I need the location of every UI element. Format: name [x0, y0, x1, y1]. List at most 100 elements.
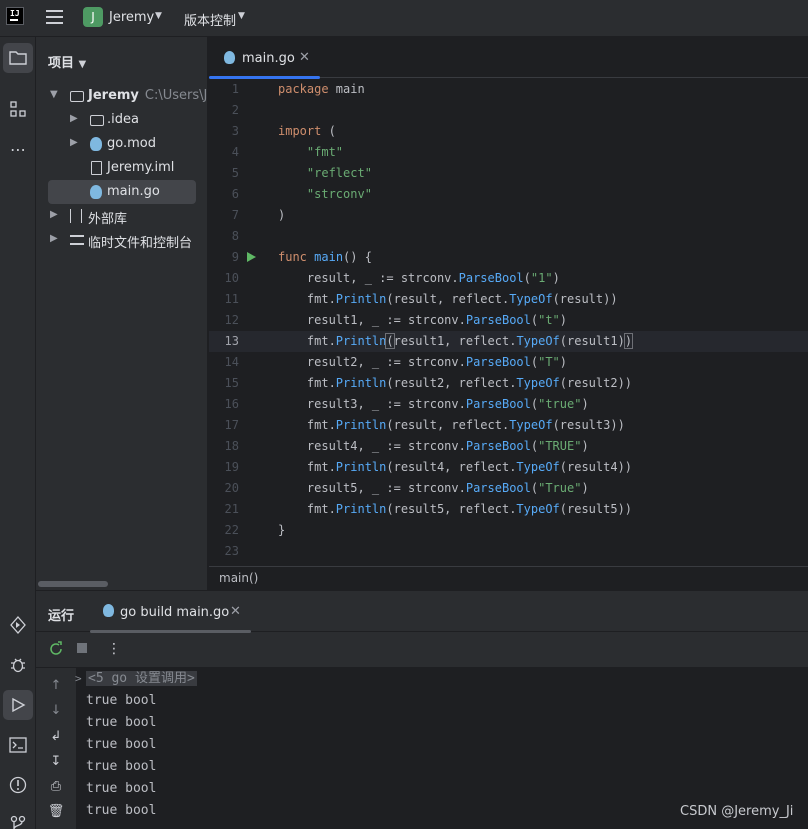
- horizontal-scrollbar[interactable]: [38, 581, 108, 587]
- services-icon[interactable]: [3, 610, 33, 640]
- breadcrumb-item[interactable]: main(): [219, 571, 258, 585]
- line-number[interactable]: 19: [209, 457, 239, 478]
- print-icon[interactable]: ⎙: [47, 779, 65, 797]
- code-line[interactable]: 3 import (: [209, 121, 808, 142]
- chevron-right-icon[interactable]: ▶: [50, 233, 58, 244]
- line-number[interactable]: 9: [209, 247, 239, 268]
- line-number[interactable]: 8: [209, 226, 239, 247]
- line-number[interactable]: 6: [209, 184, 239, 205]
- line-number[interactable]: 11: [209, 289, 239, 310]
- line-number[interactable]: 13: [209, 331, 239, 352]
- code-line[interactable]: 8: [209, 226, 808, 247]
- project-folder-icon[interactable]: [3, 43, 33, 73]
- more-tools-icon[interactable]: ⋯: [3, 134, 33, 164]
- line-number[interactable]: 17: [209, 415, 239, 436]
- project-selector[interactable]: Jeremy: [109, 10, 154, 25]
- tree-item-label: go.mod: [107, 136, 156, 151]
- chevron-right-icon[interactable]: ▶: [50, 209, 58, 220]
- run-icon[interactable]: [3, 690, 33, 720]
- chevron-right-icon[interactable]: >: [75, 672, 82, 685]
- watermark: CSDN @Jeremy_Ji: [680, 804, 794, 819]
- stop-icon[interactable]: [73, 641, 91, 659]
- tree-item-external-libraries[interactable]: ▶ 外部库: [36, 204, 208, 228]
- code-line[interactable]: 17 fmt.Println(result, reflect.TypeOf(re…: [209, 415, 808, 436]
- code-line[interactable]: 22}: [209, 520, 808, 541]
- line-number[interactable]: 21: [209, 499, 239, 520]
- main-menu-icon[interactable]: [46, 10, 63, 24]
- vcs-menu[interactable]: 版本控制: [184, 10, 236, 29]
- line-number[interactable]: 10: [209, 268, 239, 289]
- code-line[interactable]: 18 result4, _ := strconv.ParseBool("TRUE…: [209, 436, 808, 457]
- tree-item-main-go[interactable]: main.go: [48, 180, 196, 204]
- rerun-icon[interactable]: [47, 641, 65, 659]
- code-line[interactable]: 21 fmt.Println(result5, reflect.TypeOf(r…: [209, 499, 808, 520]
- line-number[interactable]: 16: [209, 394, 239, 415]
- chevron-down-icon[interactable]: ▼: [50, 89, 58, 100]
- folded-lines[interactable]: <5 go 设置调用>: [86, 671, 197, 686]
- tree-item-idea[interactable]: ▶ .idea: [36, 108, 208, 132]
- trash-icon[interactable]: 🗑: [47, 804, 65, 822]
- intellij-logo-icon[interactable]: IJ: [6, 7, 24, 25]
- chevron-down-icon[interactable]: ▼: [155, 11, 165, 21]
- code-line[interactable]: 16 result3, _ := strconv.ParseBool("true…: [209, 394, 808, 415]
- git-icon[interactable]: [3, 809, 33, 829]
- code-line[interactable]: 9 func main() {: [209, 247, 808, 268]
- line-number[interactable]: 18: [209, 436, 239, 457]
- code-line[interactable]: 23: [209, 541, 808, 562]
- soft-wrap-icon[interactable]: ↲: [47, 729, 65, 747]
- line-number[interactable]: 20: [209, 478, 239, 499]
- code-line[interactable]: 14 result2, _ := strconv.ParseBool("T"): [209, 352, 808, 373]
- terminal-icon[interactable]: [3, 730, 33, 760]
- tab-main-go[interactable]: main.go ✕: [209, 37, 320, 79]
- tab-go-build[interactable]: go build main.go ✕: [90, 591, 251, 633]
- scroll-to-end-icon[interactable]: ↧: [47, 754, 65, 772]
- chevron-down-icon[interactable]: ▼: [238, 11, 248, 21]
- code-line[interactable]: 5 "reflect": [209, 163, 808, 184]
- project-avatar[interactable]: J: [83, 7, 103, 27]
- line-number[interactable]: 3: [209, 121, 239, 142]
- tree-item-go-mod[interactable]: ▶ go.mod: [36, 132, 208, 156]
- chevron-right-icon[interactable]: ▶: [70, 113, 78, 124]
- console-gutter: ↑ ↓ ↲ ↧ ⎙ 🗑: [36, 668, 76, 829]
- line-number[interactable]: 23: [209, 541, 239, 562]
- chevron-down-icon[interactable]: ▼: [79, 59, 87, 70]
- line-number[interactable]: 12: [209, 310, 239, 331]
- code-line[interactable]: 1 package main: [209, 79, 808, 100]
- line-number[interactable]: 1: [209, 79, 239, 100]
- code-line[interactable]: 19 fmt.Println(result4, reflect.TypeOf(r…: [209, 457, 808, 478]
- line-number[interactable]: 5: [209, 163, 239, 184]
- line-number[interactable]: 14: [209, 352, 239, 373]
- line-number[interactable]: 22: [209, 520, 239, 541]
- line-number[interactable]: 15: [209, 373, 239, 394]
- code-line[interactable]: 4 "fmt": [209, 142, 808, 163]
- close-icon[interactable]: ✕: [299, 50, 310, 65]
- more-options-icon[interactable]: ⋮: [105, 640, 123, 658]
- external-libraries-icon: [70, 209, 82, 223]
- project-panel-title[interactable]: 项目 ▼: [48, 52, 86, 71]
- line-number[interactable]: 2: [209, 100, 239, 121]
- tree-item-jeremy-iml[interactable]: Jeremy.iml: [36, 156, 208, 180]
- arrow-down-icon[interactable]: ↓: [47, 703, 65, 721]
- run-gutter-icon[interactable]: [247, 252, 256, 262]
- problems-icon[interactable]: [3, 770, 33, 800]
- arrow-up-icon[interactable]: ↑: [47, 678, 65, 696]
- code-line[interactable]: 12 result1, _ := strconv.ParseBool("t"): [209, 310, 808, 331]
- code-editor[interactable]: 1 package main 2 3 import (4 "fmt" 5 "reflect…: [209, 79, 808, 566]
- close-icon[interactable]: ✕: [230, 604, 241, 619]
- code-line[interactable]: 13 fmt.Println(result1, reflect.TypeOf(r…: [209, 331, 808, 352]
- code-line[interactable]: 15 fmt.Println(result2, reflect.TypeOf(r…: [209, 373, 808, 394]
- line-number[interactable]: 4: [209, 142, 239, 163]
- code-line[interactable]: 20 result5, _ := strconv.ParseBool("True…: [209, 478, 808, 499]
- code-line[interactable]: 10 result, _ := strconv.ParseBool("1"): [209, 268, 808, 289]
- chevron-right-icon[interactable]: ▶: [70, 137, 78, 148]
- tree-item-scratches[interactable]: ▶ 临时文件和控制台: [36, 228, 208, 252]
- structure-icon[interactable]: [3, 94, 33, 124]
- tab-label: main.go: [242, 51, 295, 66]
- code-line[interactable]: 11 fmt.Println(result, reflect.TypeOf(re…: [209, 289, 808, 310]
- tree-item-jeremy[interactable]: ▼ Jeremy C:\Users\Jer: [36, 84, 208, 108]
- code-line[interactable]: 2: [209, 100, 808, 121]
- code-line[interactable]: 7): [209, 205, 808, 226]
- code-line[interactable]: 6 "strconv": [209, 184, 808, 205]
- debug-bug-icon[interactable]: [3, 650, 33, 680]
- line-number[interactable]: 7: [209, 205, 239, 226]
